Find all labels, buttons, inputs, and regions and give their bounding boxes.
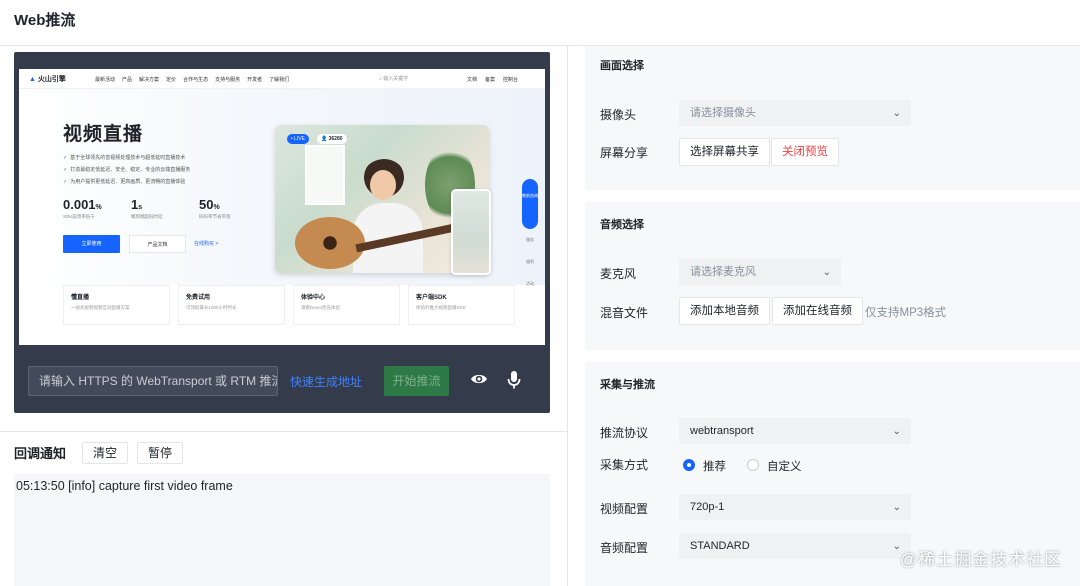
settings-pane: 画面选择 摄像头 请选择摄像头 ⌄ 屏幕分享 选择屏幕共享 关闭预览 音频选择 … [585, 46, 1080, 586]
chevron-down-icon: ⌄ [892, 426, 901, 437]
preview-nav-link: 最新活动 [95, 77, 116, 83]
preview-frame: ▲ 火山引擎 最新活动 产品 解决方案 定价 合作与生态 支持与服务 开发者 了解… [19, 69, 545, 345]
preview-card: 体验中心 请看Demo抢先体验 [293, 285, 400, 325]
preview-secondary-button: 产品文档 [129, 235, 186, 253]
preview-side-item: 活动 [526, 281, 534, 286]
panel-title: 音频选择 [600, 219, 644, 231]
chevron-down-icon: ⌄ [822, 267, 831, 278]
left-pane: ▲ 火山引擎 最新活动 产品 解决方案 定价 合作与生态 支持与服务 开发者 了解… [0, 46, 568, 586]
preview-nav-link: 定价 [166, 77, 177, 83]
preview-link-button: 在线购买 > [194, 241, 219, 247]
camera-select[interactable]: 请选择摄像头 ⌄ [679, 100, 911, 126]
chevron-down-icon: ⌄ [892, 108, 901, 119]
camera-label: 摄像头 [600, 108, 637, 122]
preview-nav-right: 备案 [485, 77, 496, 83]
video-config-select[interactable]: 720p-1 ⌄ [679, 494, 911, 520]
preview-side-float: 售前咨询 [522, 179, 538, 229]
picture-panel: 画面选择 摄像头 请选择摄像头 ⌄ 屏幕分享 选择屏幕共享 关闭预览 [585, 46, 1080, 190]
preview-site-logo-text: 火山引擎 [37, 76, 66, 83]
preview-nav-link: 开发者 [247, 77, 263, 83]
page-header: Web推流 [0, 0, 1080, 46]
protocol-select[interactable]: webtransport ⌄ [679, 418, 911, 444]
screen-share-label: 屏幕分享 [600, 146, 649, 160]
mix-file-label: 混音文件 [600, 306, 649, 320]
video-preview: ▲ 火山引擎 最新活动 产品 解决方案 定价 合作与生态 支持与服务 开发者 了解… [14, 52, 550, 413]
preview-phone-image [451, 189, 491, 275]
protocol-value: webtransport [690, 425, 754, 437]
camera-placeholder: 请选择摄像头 [690, 107, 756, 119]
microphone-label: 麦克风 [600, 267, 637, 281]
divider [0, 431, 567, 432]
chevron-down-icon: ⌄ [892, 502, 901, 513]
panel-title: 采集与推流 [600, 379, 655, 391]
preview-nav-link: 了解我们 [269, 77, 290, 83]
video-config-value: 720p-1 [690, 501, 725, 513]
generate-address-link[interactable]: 快速生成地址 [290, 373, 362, 390]
microphone-icon[interactable] [506, 370, 522, 395]
audio-config-select[interactable]: STANDARD ⌄ [679, 533, 911, 559]
audio-panel: 音频选择 麦克风 请选择麦克风 ⌄ 混音文件 添加本地音频 添加在线音频 仅支持… [585, 202, 1080, 350]
radio-custom[interactable] [747, 459, 759, 471]
preview-hero-bullet: ✓ 打造最稳定低延迟、安全、稳定、专业的云端直播服务 [63, 167, 191, 173]
preview-nav-link: 支持与服务 [215, 77, 241, 83]
radio-recommended[interactable] [683, 459, 695, 471]
watermark: @稀土掘金技术社区 [900, 550, 1063, 569]
live-badge: • LIVE [287, 134, 309, 144]
preview-stat: 50% 码码率节省带宽 [199, 197, 231, 219]
preview-stat: 1s 端到端超低时延 [131, 197, 163, 219]
preview-cards: 懂直播 一站式视频视频互动直播方案 免费试用 可领取最长1000小时时长 体验中心请… [63, 285, 515, 325]
mp3-hint: 仅支持MP3格式 [865, 307, 947, 319]
callback-title: 回调通知 [14, 446, 67, 461]
preview-stat: 0.001% SDK崩溃率低于 [63, 197, 102, 219]
preview-card: 客户端SDK 体验的推大视频直播SDK [408, 285, 515, 325]
microphone-select[interactable]: 请选择麦克风 ⌄ [679, 259, 841, 285]
preview-hero-bullet: ✓ 为用户提供更低延迟、更高画质、更流畅的直播体验 [63, 179, 186, 185]
check-icon: ✓ [63, 155, 68, 161]
preview-card: 免费试用 可领取最长1000小时时长 [178, 285, 285, 325]
preview-site-right-links: 文档 备案 控制台 [467, 76, 518, 83]
preview-site-links: 最新活动 产品 解决方案 定价 合作与生态 支持与服务 开发者 了解我们 [95, 76, 289, 83]
start-push-button[interactable]: 开始推流 [384, 366, 449, 396]
volcano-logo-icon: ▲ [29, 76, 36, 83]
user-icon: 👤 [321, 136, 329, 142]
preview-primary-button: 立即使用 [63, 235, 120, 253]
check-icon: ✓ [63, 167, 68, 173]
audio-config-value: STANDARD [690, 540, 750, 552]
panel-title: 画面选择 [600, 60, 644, 72]
page-title: Web推流 [14, 12, 76, 29]
preview-nav-link: 解决方案 [139, 77, 160, 83]
push-url-input[interactable]: 请输入 HTTPS 的 WebTransport 或 RTM 推流地址 [28, 366, 278, 396]
preview-site-logo: ▲ 火山引擎 [29, 74, 66, 84]
pause-button[interactable]: 暂停 [137, 442, 184, 464]
close-preview-button[interactable]: 关闭预览 [771, 138, 839, 166]
preview-hero-bullet: ✓ 基于全球领先的音视频处理技术与超低延时直播技术 [63, 155, 186, 161]
preview-side-item: 服务 [526, 237, 534, 242]
viewer-count: 👤 36280 [317, 134, 347, 144]
preview-nav-right: 文档 [467, 77, 478, 83]
microphone-placeholder: 请选择麦克风 [690, 266, 756, 278]
check-icon: ✓ [63, 179, 68, 185]
capture-mode-label: 采集方式 [600, 458, 649, 472]
preview-card: 懂直播 一站式视频视频互动直播方案 [63, 285, 170, 325]
preview-nav-link: 产品 [122, 77, 133, 83]
protocol-label: 推流协议 [600, 426, 649, 440]
preview-nav-right: 控制台 [503, 77, 519, 83]
eye-icon[interactable] [470, 372, 488, 391]
log-line: 05:13:50 [info] capture first video fram… [16, 479, 233, 493]
radio-recommended-label: 推荐 [703, 461, 726, 473]
video-config-label: 视频配置 [600, 502, 649, 516]
add-online-audio-button[interactable]: 添加在线音频 [772, 297, 863, 325]
audio-config-label: 音频配置 [600, 541, 649, 555]
preview-site-search: ⌕ 输入关键字 [379, 75, 449, 83]
clear-button[interactable]: 清空 [82, 442, 129, 464]
preview-search-placeholder: 输入关键字 [383, 76, 409, 82]
preview-hero-title: 视频直播 [63, 124, 144, 145]
select-screen-share-button[interactable]: 选择屏幕共享 [679, 138, 770, 166]
callback-log: 05:13:50 [info] capture first video fram… [14, 474, 550, 586]
preview-nav-link: 合作与生态 [183, 77, 209, 83]
radio-custom-label: 自定义 [767, 461, 802, 473]
preview-site-nav: ▲ 火山引擎 最新活动 产品 解决方案 定价 合作与生态 支持与服务 开发者 了解… [19, 69, 545, 89]
preview-side-item: 福利 [526, 259, 534, 264]
add-local-audio-button[interactable]: 添加本地音频 [679, 297, 770, 325]
